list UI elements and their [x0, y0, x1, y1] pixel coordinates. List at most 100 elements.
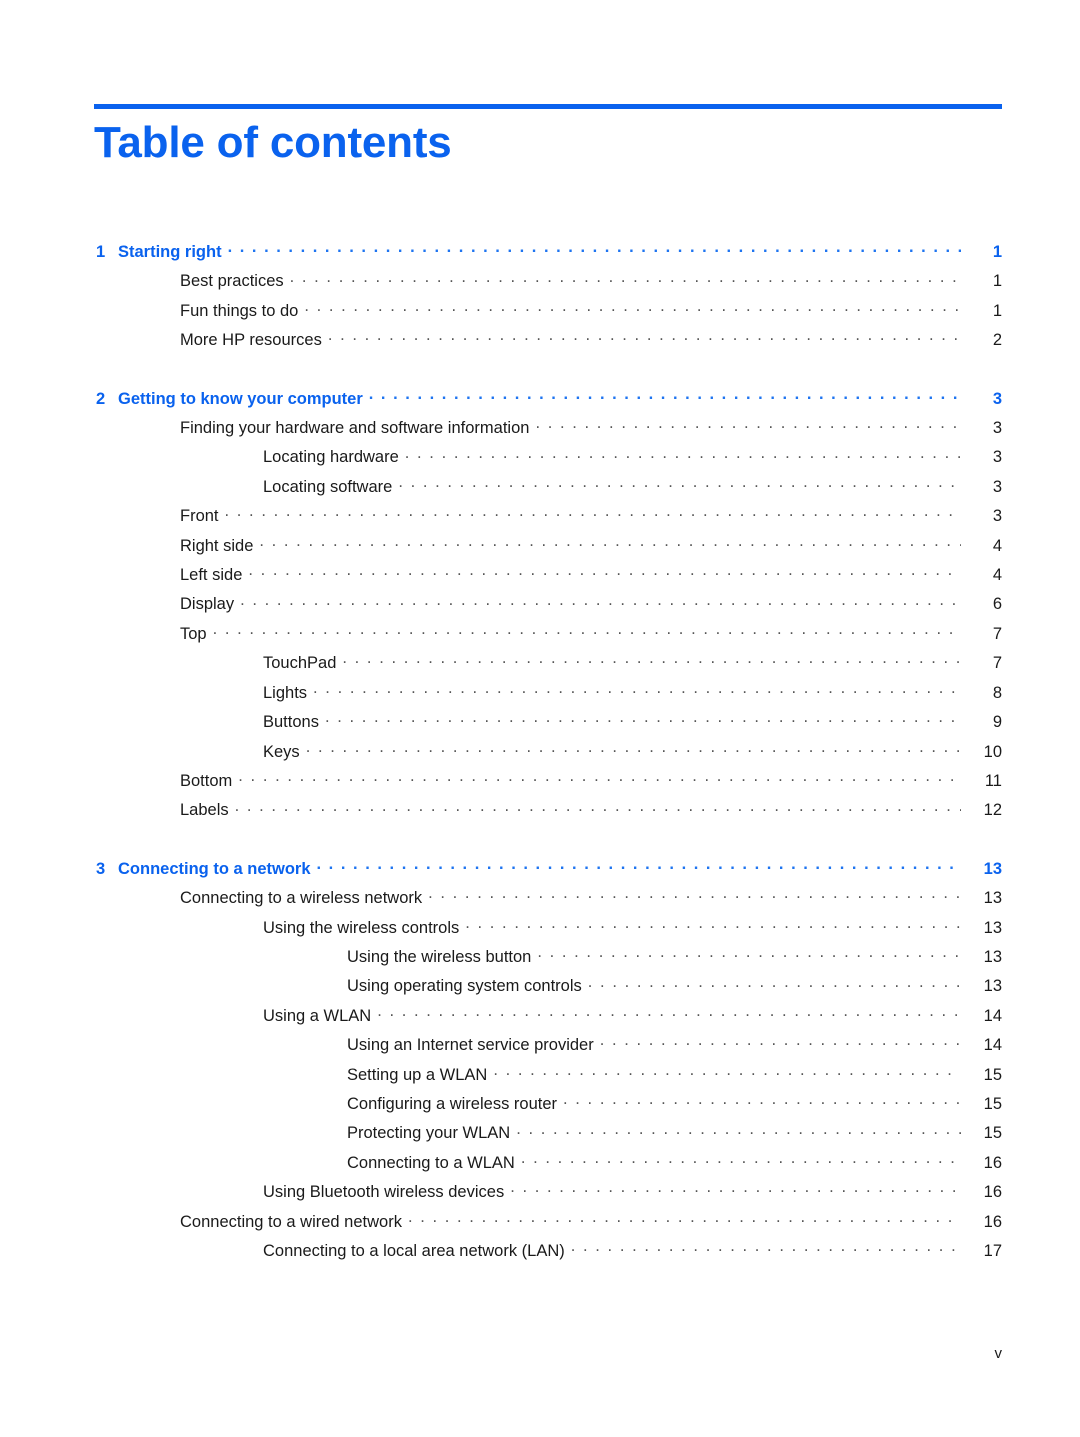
toc-chapter-number: 2 — [96, 389, 106, 408]
toc-entry-label: Keys — [263, 742, 300, 761]
toc-entry[interactable]: Display 6 — [96, 590, 1002, 619]
dot-leader — [313, 681, 961, 698]
toc-entry[interactable]: Finding your hardware and software infor… — [96, 414, 1002, 443]
dot-leader — [405, 446, 961, 463]
toc-entry-label: Using an Internet service provider — [347, 1036, 594, 1055]
toc-page-number: 9 — [992, 713, 1002, 732]
dot-leader — [588, 975, 961, 992]
dot-leader — [225, 505, 961, 522]
toc-entry[interactable]: Locating software 3 — [96, 473, 1002, 502]
toc-page-number: 7 — [992, 624, 1002, 643]
toc-entry[interactable]: Lights 8 — [96, 679, 1002, 708]
toc-entry-label: Using Bluetooth wireless devices — [263, 1183, 505, 1202]
toc-chapter-entry[interactable]: 3 Connecting to a network 13 — [96, 855, 1002, 884]
toc-entry[interactable]: Top 7 — [96, 620, 1002, 649]
toc-entry[interactable]: Connecting to a WLAN 16 — [96, 1149, 1002, 1178]
dot-leader — [398, 475, 961, 492]
toc-entry[interactable]: Using an Internet service provider 14 — [96, 1031, 1002, 1060]
toc-entry[interactable]: Front 3 — [96, 502, 1002, 531]
toc-page-number: 3 — [992, 448, 1002, 467]
toc-chapter-number: 3 — [96, 859, 106, 878]
dot-leader — [328, 329, 961, 346]
dot-leader — [369, 387, 961, 404]
toc-entry-label: Bottom — [180, 771, 233, 790]
toc-page-number: 3 — [992, 477, 1002, 496]
toc-entry[interactable]: Using the wireless button 13 — [96, 943, 1002, 972]
toc-entry-label: Lights — [263, 683, 308, 702]
dot-leader — [342, 652, 961, 669]
dot-leader — [408, 1210, 961, 1227]
dot-leader — [235, 799, 961, 816]
page-title: Table of contents — [94, 118, 452, 167]
dot-leader — [213, 622, 961, 639]
toc-chapter-entry[interactable]: 1 Starting right 1 — [96, 238, 1002, 267]
toc-entry[interactable]: Using operating system controls 13 — [96, 972, 1002, 1001]
toc-page-number: 3 — [992, 389, 1002, 408]
toc-page-number: 15 — [983, 1065, 1002, 1084]
toc-entry-label: Configuring a wireless router — [347, 1094, 558, 1113]
toc-chapter-title: Getting to know your computer — [118, 389, 363, 408]
toc-chapter-title: Starting right — [118, 243, 222, 261]
toc-page-number: 13 — [983, 859, 1002, 878]
toc-entry-label: Display — [180, 595, 235, 614]
toc-entry-label: Finding your hardware and software infor… — [180, 419, 530, 438]
toc-page-number: 15 — [983, 1094, 1002, 1113]
toc-entry[interactable]: Connecting to a wireless network 13 — [96, 884, 1002, 913]
toc-entry-label: Left side — [180, 566, 243, 585]
dot-leader — [240, 593, 961, 610]
toc-entry[interactable]: TouchPad 7 — [96, 649, 1002, 678]
dot-leader — [493, 1063, 961, 1080]
toc-page-number: 3 — [992, 419, 1002, 438]
toc-entry[interactable]: Locating hardware 3 — [96, 443, 1002, 472]
toc-entry[interactable]: Connecting to a wired network 16 — [96, 1208, 1002, 1237]
toc-entry[interactable]: Labels 12 — [96, 796, 1002, 825]
toc-entry[interactable]: Using Bluetooth wireless devices 16 — [96, 1178, 1002, 1207]
toc-page-number: 8 — [992, 683, 1002, 702]
dot-leader — [248, 564, 961, 581]
toc-page-number: 14 — [983, 1036, 1002, 1055]
dot-leader — [510, 1181, 961, 1198]
dot-leader — [535, 417, 961, 434]
toc-page-number: 13 — [983, 889, 1002, 908]
dot-leader — [317, 857, 961, 874]
dot-leader — [571, 1240, 961, 1257]
toc-entry[interactable]: Using the wireless controls 13 — [96, 914, 1002, 943]
toc-entry[interactable]: Best practices 1 — [96, 267, 1002, 296]
dot-leader — [290, 270, 961, 287]
toc-entry[interactable]: Keys 10 — [96, 738, 1002, 767]
toc-entry-label: Setting up a WLAN — [347, 1065, 488, 1084]
toc-page-number: 2 — [992, 331, 1002, 350]
toc-entry[interactable]: Configuring a wireless router 15 — [96, 1090, 1002, 1119]
toc-chapter-entry[interactable]: 2 Getting to know your computer 3 — [96, 385, 1002, 414]
toc-entry[interactable]: Connecting to a local area network (LAN)… — [96, 1237, 1002, 1266]
toc-entry-label: TouchPad — [263, 654, 337, 673]
toc-entry[interactable]: Buttons 9 — [96, 708, 1002, 737]
toc-entry[interactable]: Setting up a WLAN 15 — [96, 1061, 1002, 1090]
toc-entry-label: Buttons — [263, 713, 319, 732]
toc-page-number: 10 — [983, 742, 1002, 761]
toc-entry-label: Connecting to a local area network (LAN) — [263, 1242, 565, 1260]
toc-page-number: 13 — [983, 947, 1002, 966]
toc-entry[interactable]: Right side 4 — [96, 532, 1002, 561]
toc-entry[interactable]: Fun things to do 1 — [96, 297, 1002, 326]
toc-page-number: 16 — [983, 1153, 1002, 1172]
toc-entry[interactable]: Left side 4 — [96, 561, 1002, 590]
toc-entry[interactable]: Bottom 11 — [96, 767, 1002, 796]
toc-entry[interactable]: Protecting your WLAN 15 — [96, 1119, 1002, 1148]
toc-chapter-number: 1 — [96, 243, 106, 261]
toc-page-number: 7 — [992, 654, 1002, 673]
toc-entry[interactable]: Using a WLAN 14 — [96, 1002, 1002, 1031]
toc-page-number: 6 — [992, 595, 1002, 614]
toc-entry-label: Front — [180, 507, 219, 526]
dot-leader — [537, 945, 961, 962]
toc-chapter-title: Connecting to a network — [118, 859, 311, 878]
toc-entry-label: Connecting to a wireless network — [180, 889, 423, 908]
toc-entry-label: Locating hardware — [263, 448, 399, 467]
dot-leader — [238, 769, 961, 786]
dot-leader — [465, 916, 961, 933]
toc-page-number: 1 — [992, 243, 1002, 261]
toc-entry-label: Using the wireless button — [347, 947, 532, 966]
toc-entry[interactable]: More HP resources 2 — [96, 326, 1002, 355]
title-block: Table of contents — [94, 104, 1002, 166]
toc-chapter-group: 1 Starting right 1 Best practices1Fun thing… — [96, 238, 1002, 356]
